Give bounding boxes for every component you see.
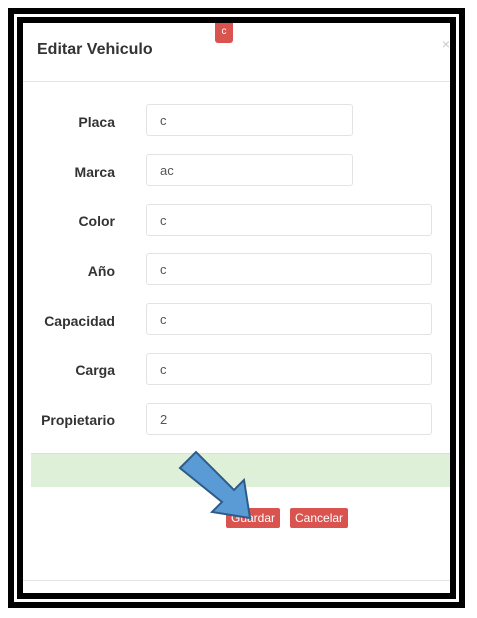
modal-title: Editar Vehiculo xyxy=(37,41,153,58)
carga-label: Carga xyxy=(75,362,115,378)
modal-footer xyxy=(23,580,450,581)
close-icon[interactable]: × xyxy=(442,36,450,52)
capacidad-label: Capacidad xyxy=(44,313,115,329)
color-label: Color xyxy=(78,213,115,229)
placa-input[interactable]: c xyxy=(146,104,353,136)
cancel-button[interactable]: Cancelar xyxy=(290,508,349,528)
propietario-input[interactable]: 2 xyxy=(146,403,432,435)
propietario-label: Propietario xyxy=(41,412,115,428)
marca-label: Marca xyxy=(74,164,115,180)
arrow-shape xyxy=(178,450,252,520)
carga-input[interactable]: c xyxy=(146,353,432,385)
status-badge: c xyxy=(215,23,233,43)
modal-header: Editar Vehiculo c × xyxy=(23,23,450,82)
ano-label: Año xyxy=(87,263,115,279)
marca-input[interactable]: ac xyxy=(146,154,353,186)
arrow-pointer-icon xyxy=(178,450,252,520)
ano-input[interactable]: c xyxy=(146,253,432,285)
color-input[interactable]: c xyxy=(146,204,432,236)
capacidad-input[interactable]: c xyxy=(146,303,432,335)
placa-label: Placa xyxy=(78,114,115,130)
